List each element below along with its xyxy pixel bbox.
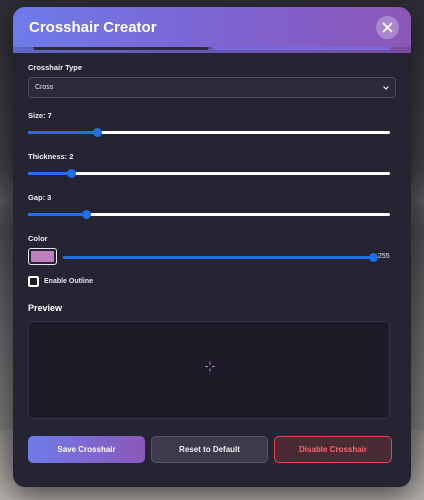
thickness-slider-fill [28, 172, 72, 175]
color-alpha-fill [63, 255, 373, 259]
crosshair-creator-modal: Crosshair Creator Crosshair Type Cross S… [13, 7, 411, 487]
modal-title: Crosshair Creator [29, 18, 157, 36]
color-alpha-thumb[interactable] [369, 252, 378, 262]
size-slider-fill [28, 131, 97, 134]
thickness-slider-thumb[interactable] [67, 169, 77, 178]
gap-group: Gap: 3 [28, 193, 396, 221]
color-alpha-value: 255 [378, 253, 390, 260]
color-group: Color 255 [28, 234, 396, 265]
reset-default-button[interactable]: Reset to Default [151, 436, 268, 463]
crosshair-type-select[interactable]: Cross [28, 77, 396, 98]
close-icon [382, 22, 393, 33]
thickness-slider-track [28, 172, 390, 175]
preview-title: Preview [28, 303, 63, 313]
size-slider-thumb[interactable] [92, 128, 102, 137]
disable-crosshair-button[interactable]: Disable Crosshair [274, 436, 392, 463]
action-buttons: Save Crosshair Reset to Default Disable … [28, 436, 396, 463]
save-crosshair-button[interactable]: Save Crosshair [28, 436, 145, 463]
gap-label: Gap: 3 [28, 193, 52, 202]
modal-content: Crosshair Type Cross Size: 7 Thickness: … [13, 53, 411, 463]
color-label: Color [28, 234, 48, 243]
modal-header: Crosshair Creator [13, 7, 411, 47]
size-label: Size: 7 [28, 111, 52, 120]
crosshair-preview-icon [205, 361, 215, 372]
gap-slider[interactable] [28, 207, 390, 221]
chevron-down-icon [383, 86, 389, 90]
close-button[interactable] [376, 16, 399, 39]
crosshair-type-value: Cross [35, 84, 54, 91]
outline-label: Enable Outline [44, 278, 94, 285]
gap-slider-thumb[interactable] [81, 210, 91, 219]
crosshair-type-label: Crosshair Type [28, 63, 83, 72]
thickness-label: Thickness: 2 [28, 152, 74, 161]
gap-slider-fill [28, 213, 86, 216]
color-row: 255 [28, 248, 396, 265]
color-alpha-slider[interactable] [63, 250, 378, 264]
tab-strip [13, 47, 411, 53]
crosshair-preview [28, 321, 390, 419]
outline-row: Enable Outline [28, 276, 396, 287]
tab-right-active[interactable] [213, 47, 391, 50]
size-group: Size: 7 [28, 111, 396, 139]
thickness-group: Thickness: 2 [28, 152, 396, 180]
size-slider[interactable] [28, 125, 390, 139]
outline-checkbox[interactable] [28, 276, 39, 287]
tab-left[interactable] [33, 47, 209, 50]
color-swatch-fill [31, 251, 54, 262]
thickness-slider[interactable] [28, 166, 390, 180]
color-swatch[interactable] [28, 248, 57, 265]
